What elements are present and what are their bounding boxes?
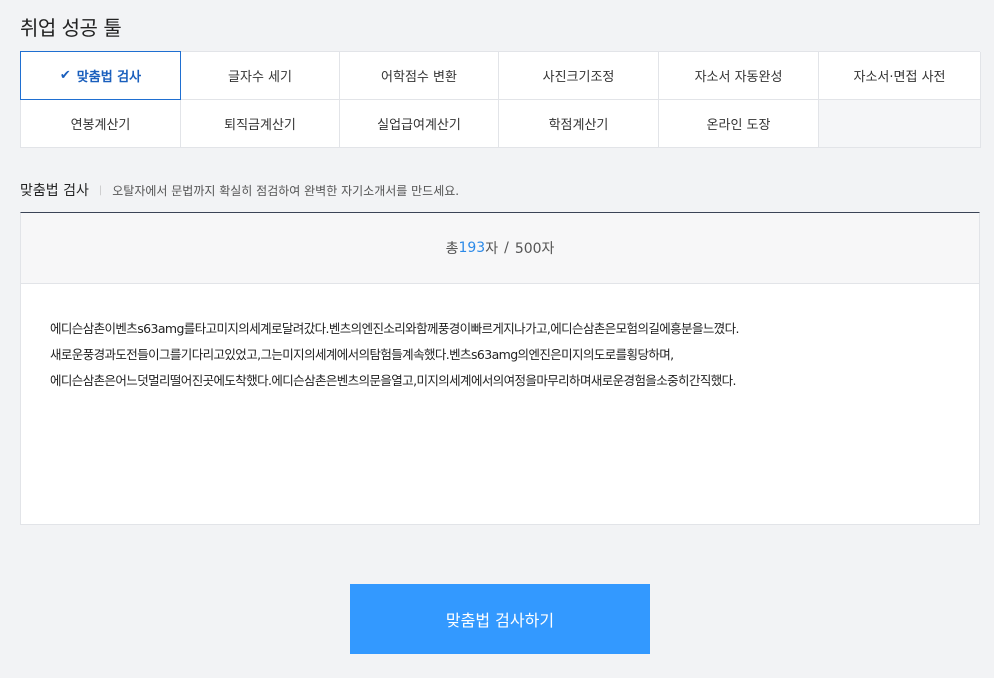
counter-value: 193 bbox=[458, 240, 486, 256]
tab-label: 퇴직금계산기 bbox=[224, 118, 296, 133]
tab-label: 사진크기조정 bbox=[542, 70, 615, 85]
tab-label: 연봉계산기 bbox=[70, 118, 131, 133]
tab-spell-check[interactable]: ✔ 맞춤법 검사 bbox=[20, 51, 181, 100]
counter-slash: / bbox=[504, 240, 509, 256]
tab-language-score[interactable]: 어학점수 변환 bbox=[340, 52, 499, 100]
tab-cover-letter-autocomplete[interactable]: 자소서 자동완성 bbox=[659, 52, 819, 100]
tab-photo-resize[interactable]: 사진크기조정 bbox=[499, 52, 659, 100]
spell-check-editor: 총 193 자 / 500자 에디슨삼촌이벤츠s63amg를타고미지의세계로달려… bbox=[20, 212, 980, 525]
essay-textarea[interactable]: 에디슨삼촌이벤츠s63amg를타고미지의세계로달려갔다.벤츠의엔진소리와함께풍경… bbox=[21, 284, 979, 394]
counter-unit: 자 bbox=[485, 241, 499, 257]
tab-character-count[interactable]: 글자수 세기 bbox=[181, 52, 340, 100]
section-title: 맞춤법 검사 bbox=[20, 183, 89, 199]
tab-salary-calculator[interactable]: 연봉계산기 bbox=[21, 100, 181, 148]
check-icon: ✔ bbox=[59, 68, 71, 83]
page-title: 취업 성공 툴 bbox=[20, 16, 122, 40]
counter-prefix: 총 bbox=[445, 241, 459, 257]
tab-unemployment-calculator[interactable]: 실업급여계산기 bbox=[340, 100, 499, 148]
section-description: 오탈자에서 문법까지 확실히 점검하여 완벽한 자기소개서를 만드세요. bbox=[112, 183, 460, 198]
tab-label: 글자수 세기 bbox=[228, 70, 292, 85]
tab-label: 어학점수 변환 bbox=[381, 70, 457, 85]
tool-tabs: ✔ 맞춤법 검사 글자수 세기 어학점수 변환 사진크기조정 자소서 자동완성 … bbox=[20, 51, 981, 148]
section-separator: | bbox=[98, 184, 103, 196]
section-header: 맞춤법 검사 | 오탈자에서 문법까지 확실히 점검하여 완벽한 자기소개서를 … bbox=[20, 180, 459, 200]
tab-label: 온라인 도장 bbox=[706, 118, 771, 133]
tab-label: 자소서·면접 사전 bbox=[853, 70, 946, 85]
tab-severance-calculator[interactable]: 퇴직금계산기 bbox=[181, 100, 340, 148]
tab-online-stamp[interactable]: 온라인 도장 bbox=[659, 100, 819, 148]
spell-check-submit-button[interactable]: 맞춤법 검사하기 bbox=[350, 584, 650, 654]
tab-gpa-calculator[interactable]: 학점계산기 bbox=[499, 100, 659, 148]
character-counter: 총 193 자 / 500자 bbox=[21, 213, 979, 284]
tab-interview-dictionary[interactable]: 자소서·면접 사전 bbox=[819, 52, 981, 100]
tab-label: 맞춤법 검사 bbox=[76, 70, 142, 85]
tab-empty-cell bbox=[819, 100, 981, 148]
tab-label: 학점계산기 bbox=[548, 118, 609, 133]
tab-label: 실업급여계산기 bbox=[377, 118, 461, 133]
counter-max: 500자 bbox=[514, 241, 555, 257]
tab-label: 자소서 자동완성 bbox=[694, 70, 783, 85]
